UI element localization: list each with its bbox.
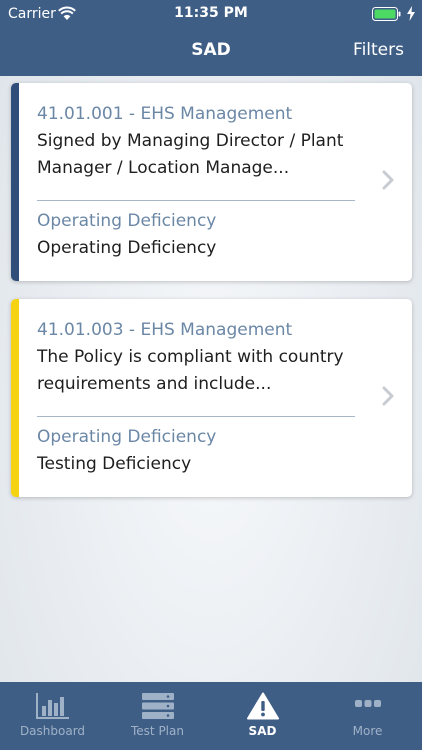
tab-bar: Dashboard Test Plan SAD More xyxy=(0,682,422,750)
charging-bolt-icon xyxy=(407,6,415,21)
card-code: 41.01.001 - EHS Management xyxy=(37,104,293,124)
card-divider xyxy=(37,200,355,201)
tab-label: Dashboard xyxy=(19,724,86,738)
card-description: The Policy is compliant with country req… xyxy=(37,347,344,394)
battery-icon xyxy=(372,7,401,21)
tab-test-plan[interactable]: Test Plan xyxy=(105,682,210,750)
status-bar: Carrier 11:35 PM xyxy=(0,0,422,28)
card-description: Signed by Managing Director / Plant Mana… xyxy=(37,131,344,178)
card-status-stripe xyxy=(11,83,19,281)
more-dots-icon xyxy=(354,700,381,707)
card-category-label: Operating Deficiency xyxy=(37,427,217,447)
card-status-stripe xyxy=(11,299,19,497)
tab-label: SAD xyxy=(248,724,277,738)
tab-label: More xyxy=(352,724,383,738)
chevron-right-icon xyxy=(382,386,394,406)
tab-dashboard[interactable]: Dashboard xyxy=(0,682,105,750)
card-category-label: Operating Deficiency xyxy=(37,211,217,231)
server-stack-icon xyxy=(141,693,174,719)
chevron-right-icon xyxy=(382,170,394,190)
deficiency-card[interactable]: 41.01.003 - EHS Management The Policy is… xyxy=(11,299,412,497)
bar-chart-icon xyxy=(35,693,69,719)
card-code: 41.01.003 - EHS Management xyxy=(37,320,293,340)
filters-button[interactable]: Filters xyxy=(353,40,404,60)
card-divider xyxy=(37,416,355,417)
navigation-header: Carrier 11:35 PM SAD Filters xyxy=(0,0,422,76)
status-time: 11:35 PM xyxy=(174,5,248,21)
tab-more[interactable]: More xyxy=(315,682,420,750)
tab-label: Test Plan xyxy=(131,724,184,738)
card-category-value: Testing Deficiency xyxy=(37,454,192,474)
tab-sad[interactable]: SAD xyxy=(210,682,315,750)
deficiency-card[interactable]: 41.01.001 - EHS Management Signed by Man… xyxy=(11,83,412,281)
card-category-value: Operating Deficiency xyxy=(37,238,217,258)
warning-triangle-icon xyxy=(246,692,279,720)
